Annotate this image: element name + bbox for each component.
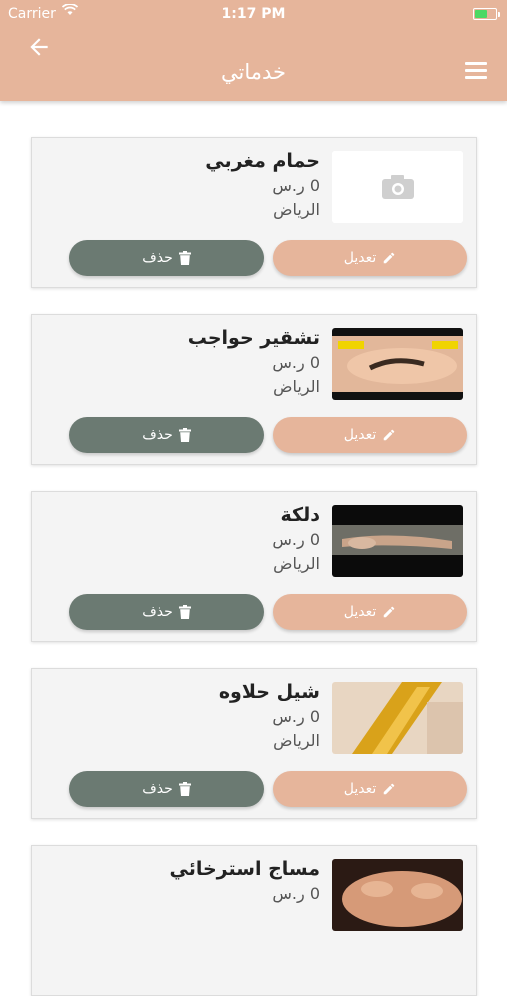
pencil-icon <box>384 783 395 795</box>
service-name: دلكة <box>280 504 320 526</box>
delete-button[interactable]: حذف <box>69 417 264 453</box>
delete-button[interactable]: حذف <box>69 771 264 807</box>
service-name: مساج استرخائي <box>169 858 321 880</box>
service-info: مساج استرخائي 0 ر.س <box>170 856 321 906</box>
edit-button[interactable]: تعديل <box>273 594 467 630</box>
service-name: تشقير حواجب <box>187 327 320 349</box>
service-card: شيل حلاوه 0 ر.س الرياض تعديل حذف <box>31 668 477 819</box>
service-name: حمام مغربي <box>205 150 320 172</box>
service-city: الرياض <box>273 554 320 573</box>
service-price: 0 ر.س <box>272 707 320 726</box>
massage-photo <box>332 859 463 931</box>
service-info: دلكة 0 ر.س الرياض <box>272 502 320 576</box>
pencil-icon <box>384 429 395 441</box>
edit-label: تعديل <box>343 781 377 797</box>
service-city: الرياض <box>273 731 320 750</box>
delete-label: حذف <box>142 250 173 266</box>
trash-icon <box>178 251 191 265</box>
delete-button[interactable]: حذف <box>69 594 264 630</box>
service-image <box>332 505 463 577</box>
service-name: شيل حلاوه <box>218 681 320 703</box>
edit-button[interactable]: تعديل <box>273 240 467 276</box>
edit-label: تعديل <box>343 604 377 620</box>
service-info: شيل حلاوه 0 ر.س الرياض <box>219 679 320 753</box>
service-info: تشقير حواجب 0 ر.س الرياض <box>188 325 320 399</box>
service-price: 0 ر.س <box>272 884 320 903</box>
trash-icon <box>178 428 191 442</box>
service-city: الرياض <box>273 377 320 396</box>
trash-icon <box>178 605 191 619</box>
pencil-icon <box>384 606 395 618</box>
pencil-icon <box>384 252 395 264</box>
service-info: حمام مغربي 0 ر.س الرياض <box>205 148 320 222</box>
delete-button[interactable]: حذف <box>69 240 264 276</box>
service-card: مساج استرخائي 0 ر.س <box>31 845 477 996</box>
app-header: Carrier 1:17 PM خدماتي <box>0 0 507 101</box>
delete-label: حذف <box>142 427 173 443</box>
service-price: 0 ر.س <box>272 530 320 549</box>
service-card: دلكة 0 ر.س الرياض تعديل حذف <box>31 491 477 642</box>
hamburger-menu-icon[interactable] <box>465 62 487 82</box>
service-price: 0 ر.س <box>272 176 320 195</box>
service-image <box>332 859 463 931</box>
battery-icon <box>473 8 500 20</box>
scrub-photo <box>332 505 463 577</box>
service-price: 0 ر.س <box>272 353 320 372</box>
status-bar: Carrier 1:17 PM <box>0 0 507 28</box>
trash-icon <box>178 782 191 796</box>
delete-label: حذف <box>142 604 173 620</box>
service-image <box>332 328 463 400</box>
service-city: الرياض <box>273 200 320 219</box>
service-image <box>332 682 463 754</box>
camera-icon <box>332 151 463 223</box>
clock: 1:17 PM <box>221 6 286 22</box>
edit-label: تعديل <box>343 250 377 266</box>
service-card: حمام مغربي 0 ر.س الرياض تعديل حذف <box>31 137 477 288</box>
brow-tint-photo <box>332 328 463 400</box>
page-title: خدماتي <box>221 60 286 84</box>
sugaring-photo <box>332 682 463 754</box>
edit-label: تعديل <box>343 427 377 443</box>
service-image <box>332 151 463 223</box>
service-card: تشقير حواجب 0 ر.س الرياض تعديل حذف <box>31 314 477 465</box>
back-arrow-icon[interactable] <box>26 34 54 62</box>
edit-button[interactable]: تعديل <box>273 771 467 807</box>
edit-button[interactable]: تعديل <box>273 417 467 453</box>
delete-label: حذف <box>142 781 173 797</box>
